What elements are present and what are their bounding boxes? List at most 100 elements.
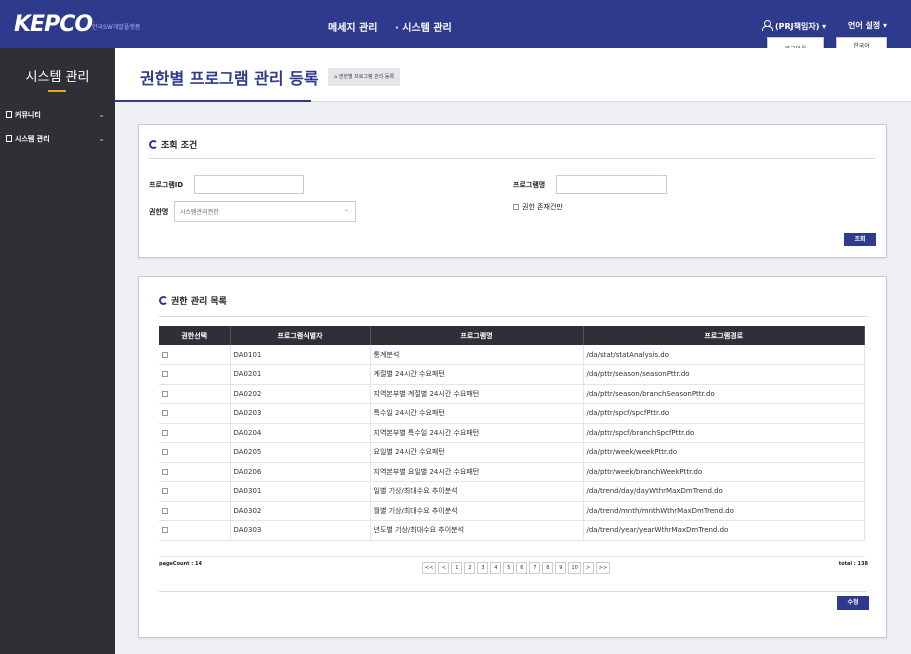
auth-exists-checkbox[interactable] — [513, 204, 519, 210]
sidebar-item-community[interactable]: 커뮤니티 ⌄ — [6, 110, 109, 120]
search-button[interactable]: 조회 — [844, 233, 876, 246]
divider — [149, 158, 876, 159]
divider — [159, 591, 867, 592]
row-checkbox[interactable] — [162, 507, 168, 514]
row-select-cell — [159, 345, 231, 365]
nav-message-manage[interactable]: 메세지 관리 — [328, 23, 377, 34]
page-button[interactable]: 4 — [490, 562, 502, 574]
table-cell — [230, 540, 370, 557]
program-name-input[interactable] — [556, 175, 667, 194]
auth-name-selected: 시스템관리권한 — [180, 209, 219, 216]
page-count: pageCount : 14 — [159, 561, 202, 567]
sidebar-title-underline — [48, 90, 66, 92]
row-select-cell — [159, 520, 231, 541]
page-button[interactable]: 2 — [464, 562, 476, 574]
table-cell: /da/stat/statAnalysis.do — [583, 345, 865, 365]
page-button[interactable]: 1 — [451, 562, 463, 574]
left-strip — [0, 465, 115, 654]
table-row[interactable]: DA0201 계절별 24시간 수요패턴/da/pttr/season/seaso… — [159, 364, 865, 385]
table-cell: 요일별 24시간 수요패턴 — [370, 442, 584, 463]
table-cell: /da/pttr/spcf/spcfPttr.do — [583, 403, 865, 424]
table-cell — [159, 540, 230, 557]
auth-name-select[interactable]: 시스템관리권한 ⌄ — [174, 201, 356, 222]
auth-exists-checkbox-wrap[interactable]: 권한 존재건만 — [513, 202, 563, 212]
row-checkbox[interactable] — [162, 351, 168, 358]
table-row[interactable]: DA0101 통계분석/da/stat/statAnalysis.do — [159, 345, 865, 365]
row-checkbox[interactable] — [162, 429, 168, 436]
page-button[interactable]: 9 — [555, 562, 567, 574]
chevron-down-icon: ⌄ — [98, 110, 105, 119]
page-button[interactable]: 10 — [568, 562, 581, 574]
sidebar-item-system[interactable]: 시스템 관리 ⌄ — [6, 134, 109, 144]
logo-subtitle: 한국SW개발플랫폼 — [92, 24, 141, 31]
row-checkbox[interactable] — [162, 488, 168, 495]
row-select-cell — [159, 423, 231, 443]
table-cell: DA0202 — [230, 384, 371, 404]
row-checkbox[interactable] — [162, 390, 168, 397]
search-panel-title: 조회 조건 — [149, 138, 197, 151]
logo[interactable]: KEPCO — [14, 12, 93, 37]
list-title-text: 권한 관리 목록 — [171, 297, 227, 307]
table-row[interactable]: DA0302 월별 기상/최대수요 추이분석/da/trend/mnth/mnth… — [159, 501, 865, 521]
chevron-down-icon: ⌄ — [98, 134, 105, 143]
row-checkbox[interactable] — [162, 468, 168, 475]
page-button[interactable]: 6 — [516, 562, 528, 574]
column-header: 프로그램명 — [370, 326, 584, 345]
table-row[interactable]: DA0206 지역본부별 요일별 24시간 수요패턴/da/pttr/week/b… — [159, 462, 865, 482]
page-button[interactable]: << — [422, 562, 437, 574]
page-button[interactable]: 8 — [542, 562, 554, 574]
column-header: 프로그램식별자 — [230, 326, 371, 345]
table-row[interactable]: DA0203 특수일 24시간 수요패턴/da/pttr/spcf/spcfPtt… — [159, 403, 865, 424]
nav-system-manage[interactable]: · 시스템 관리 — [395, 23, 452, 34]
sidebar-item-label: 커뮤니티 — [15, 111, 41, 119]
table-cell: 지역본부별 특수일 24시간 수요패턴 — [370, 423, 584, 443]
row-select-cell — [159, 481, 231, 502]
table-row[interactable]: DA0202 지역본부별 계절별 24시간 수요패턴/da/pttr/season… — [159, 384, 865, 404]
row-checkbox[interactable] — [162, 449, 168, 456]
table-row[interactable]: DA0204 지역본부별 특수일 24시간 수요패턴/da/pttr/spcf/b… — [159, 423, 865, 443]
user-icon — [762, 20, 773, 31]
circle-icon — [159, 296, 168, 305]
table-row[interactable]: DA0205 요일별 24시간 수요패턴/da/pttr/week/weekPtt… — [159, 442, 865, 463]
divider — [159, 316, 867, 317]
language-menu[interactable]: 언어 설정 ▾ — [848, 20, 887, 31]
table-cell: DA0206 — [230, 462, 371, 482]
table-cell: DA0204 — [230, 423, 371, 443]
table-cell: DA0302 — [230, 501, 371, 521]
page-button[interactable]: 3 — [477, 562, 489, 574]
table-cell: /da/trend/year/yearWthrMaxDmTrend.do — [583, 520, 865, 541]
row-checkbox[interactable] — [162, 371, 168, 378]
row-select-cell — [159, 403, 231, 424]
program-id-input[interactable] — [194, 175, 304, 194]
user-menu[interactable]: (PRJ책임자) ▾ — [762, 20, 826, 32]
row-select-cell — [159, 384, 231, 404]
page-button[interactable]: >> — [595, 562, 611, 574]
table-cell: 통계분석 — [370, 345, 584, 365]
auth-program-table: 권한선택 프로그램식별자 프로그램명 프로그램경로 DA0101 통계분석/da/… — [159, 326, 865, 557]
row-select-cell — [159, 501, 231, 521]
breadcrumb[interactable]: ⌂ 권한별 프로그램 관리 등록 — [328, 68, 401, 86]
table-cell: DA0301 — [230, 481, 371, 502]
row-checkbox[interactable] — [162, 410, 168, 417]
page-button[interactable]: 7 — [529, 562, 541, 574]
row-select-cell — [159, 462, 231, 482]
table-cell: 지역본부별 요일별 24시간 수요패턴 — [370, 462, 584, 482]
table-cell: /da/pttr/week/branchWeekPttr.do — [583, 462, 865, 482]
column-header: 권한선택 — [159, 326, 231, 345]
page-button[interactable]: > — [582, 562, 594, 574]
circle-icon — [149, 140, 158, 149]
table-cell: /da/pttr/spcf/branchSpcfPttr.do — [583, 423, 865, 443]
table-cell: DA0101 — [230, 345, 371, 365]
search-panel: 조회 조건 프로그램ID 프로그램명 권한명 시스템관리권한 ⌄ 권한 존재건만… — [138, 124, 887, 258]
row-checkbox[interactable] — [162, 527, 168, 534]
table-cell: /da/trend/mnth/mnthWthrMaxDmTrend.do — [583, 501, 865, 521]
table-row[interactable]: DA0303 년도별 기상/최대수요 추이분석/da/trend/year/yea… — [159, 520, 865, 541]
page-button[interactable]: 5 — [503, 562, 515, 574]
program-id-label: 프로그램ID — [149, 181, 184, 189]
edit-button[interactable]: 수정 — [837, 596, 869, 610]
chevron-down-icon: ⌄ — [343, 206, 349, 213]
table-cell: 계절별 24시간 수요패턴 — [370, 364, 584, 385]
page-button[interactable]: < — [438, 562, 450, 574]
table-row[interactable]: DA0301 일별 기상/최대수요 추이분석/da/trend/day/dayWt… — [159, 481, 865, 502]
table-cell: 특수일 24시간 수요패턴 — [370, 403, 584, 424]
